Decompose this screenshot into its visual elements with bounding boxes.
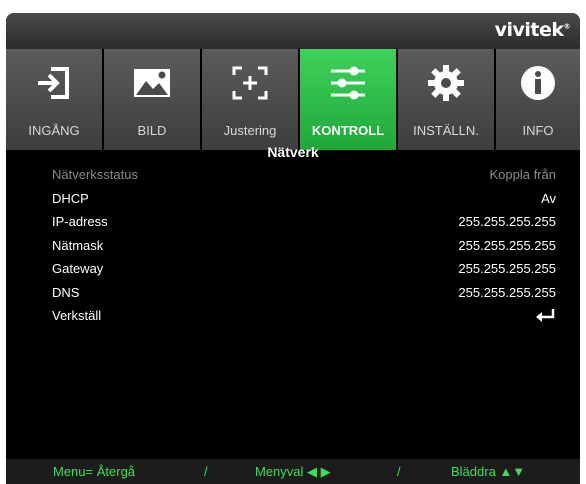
hint-back: Menu= Återgå bbox=[53, 464, 136, 479]
tab-label: KONTROLL bbox=[311, 123, 385, 138]
setting-value: 255.255.255.255 bbox=[458, 284, 556, 300]
setting-label: Nätverksstatus bbox=[52, 167, 138, 182]
vivitek-logo: vivitek® bbox=[494, 19, 571, 41]
setting-network-status: Nätverksstatus Koppla från bbox=[6, 165, 580, 189]
tab-label: BILD bbox=[137, 123, 167, 138]
input-icon bbox=[38, 67, 69, 99]
gear-icon bbox=[428, 65, 464, 101]
separator: / bbox=[397, 464, 401, 479]
tab-picture[interactable]: BILD bbox=[104, 49, 200, 150]
setting-label: IP-adress bbox=[52, 214, 108, 229]
tab-settings[interactable]: INSTÄLLN. bbox=[398, 49, 494, 150]
settings-list: Nätverksstatus Koppla från DHCP Av IP-ad… bbox=[6, 165, 580, 330]
setting-value: 255.255.255.255 bbox=[458, 214, 556, 229]
hint-select: Menyval ◀ ▶ bbox=[255, 464, 331, 479]
footer-hints: Menu= Återgå / Menyval ◀ ▶ / Bläddra ▲▼ bbox=[6, 459, 580, 484]
setting-ip-address[interactable]: IP-adress 255.255.255.255 bbox=[6, 212, 580, 236]
setting-apply[interactable]: Verkställ bbox=[6, 306, 580, 330]
setting-netmask[interactable]: Nätmask 255.255.255.255 bbox=[6, 236, 580, 260]
sliders-icon bbox=[331, 66, 365, 100]
setting-label: Verkställ bbox=[52, 308, 102, 323]
tab-label: Justering bbox=[223, 123, 277, 138]
setting-value: 255.255.255.255 bbox=[458, 261, 556, 276]
separator: / bbox=[204, 464, 208, 479]
top-bar: vivitek® bbox=[6, 13, 580, 49]
setting-dns[interactable]: DNS 255.255.255.255 bbox=[6, 283, 580, 307]
picture-icon bbox=[134, 69, 170, 97]
setting-label: Nätmask bbox=[52, 237, 104, 253]
setting-gateway[interactable]: Gateway 255.255.255.255 bbox=[6, 259, 580, 283]
info-icon bbox=[521, 66, 555, 100]
page-title: Nätverk bbox=[267, 144, 319, 160]
tab-control[interactable]: KONTROLL bbox=[300, 49, 396, 150]
setting-value: Av bbox=[541, 190, 556, 206]
tab-adjust[interactable]: Justering bbox=[202, 49, 298, 150]
tab-label: INGÅNG bbox=[28, 123, 80, 138]
menu-tabs: INGÅNG BILD Justering KONTROLL INSTÄLLN.… bbox=[6, 49, 580, 150]
setting-value: 255.255.255.255 bbox=[458, 237, 556, 253]
tab-input[interactable]: INGÅNG bbox=[6, 49, 102, 150]
tab-label: INSTÄLLN. bbox=[413, 123, 479, 138]
setting-dhcp[interactable]: DHCP Av bbox=[6, 189, 580, 213]
setting-label: Gateway bbox=[52, 261, 104, 276]
osd-menu: vivitek® INGÅNG BILD Justering KONTROLL … bbox=[6, 13, 580, 484]
enter-icon bbox=[536, 309, 555, 322]
adjust-icon bbox=[232, 66, 268, 100]
setting-label: DHCP bbox=[52, 190, 89, 206]
hint-browse: Bläddra ▲▼ bbox=[451, 464, 526, 479]
setting-label: DNS bbox=[52, 284, 80, 300]
tab-label: INFO bbox=[522, 123, 554, 138]
tab-info[interactable]: INFO bbox=[496, 49, 580, 150]
setting-value: Koppla från bbox=[489, 167, 557, 182]
